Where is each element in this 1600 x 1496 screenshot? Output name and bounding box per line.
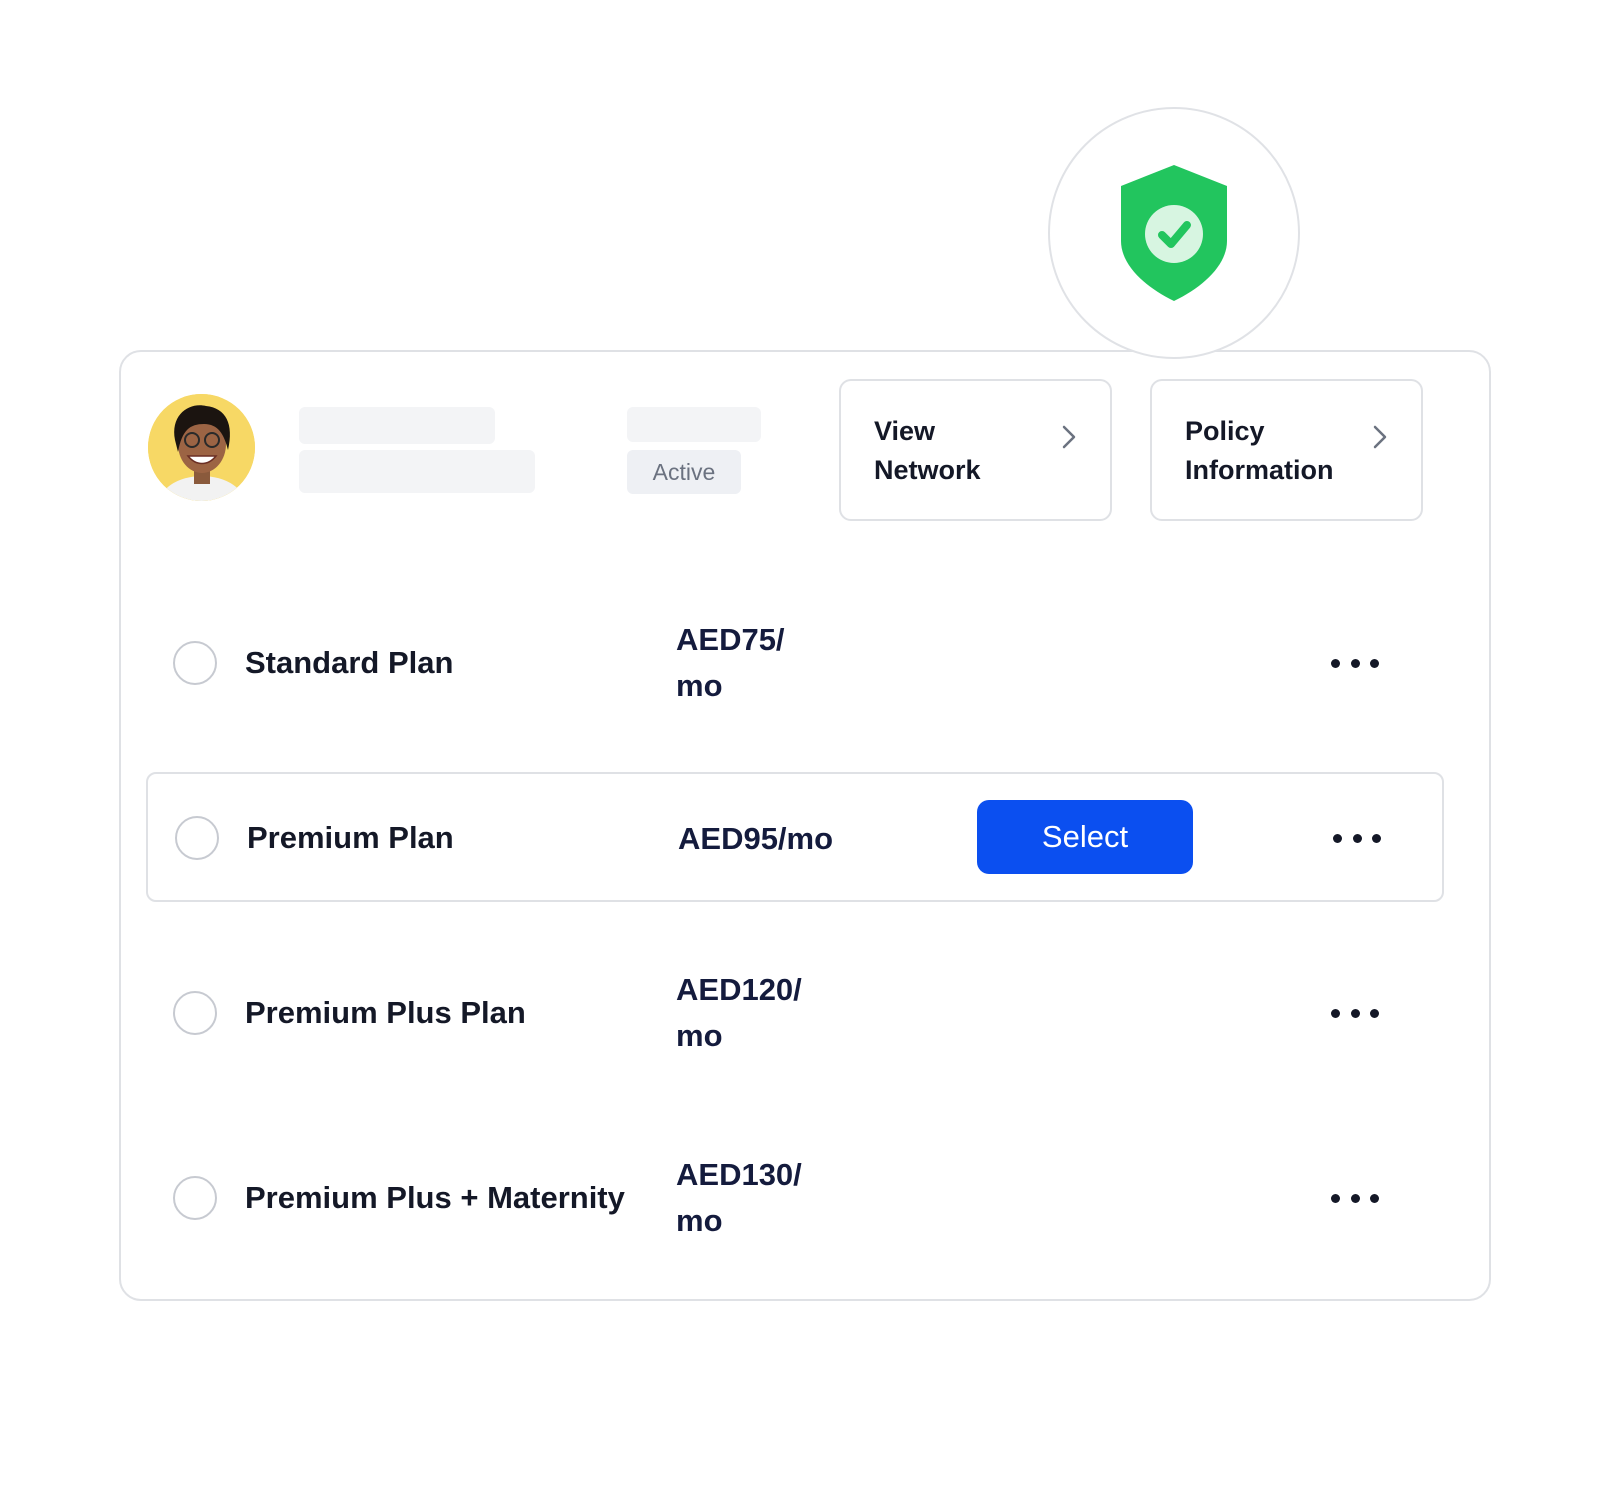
- plan-price-line1: AED120/: [676, 972, 802, 1007]
- chevron-right-icon: [1373, 425, 1387, 449]
- plan-price-line2: mo: [676, 668, 723, 703]
- more-options-icon[interactable]: [1331, 1180, 1379, 1216]
- plan-radio[interactable]: [173, 991, 217, 1035]
- plan-price: AED130/ mo: [676, 1152, 841, 1244]
- plan-row-premium-plus-maternity[interactable]: Premium Plus + Maternity AED130/ mo: [146, 1134, 1444, 1264]
- status-badge: Active: [627, 450, 741, 494]
- plan-price-line2: mo: [676, 1018, 723, 1053]
- select-button[interactable]: Select: [977, 800, 1193, 874]
- policy-information-label-line2: Information: [1185, 455, 1334, 485]
- policy-information-button[interactable]: Policy Information: [1150, 379, 1423, 521]
- shield-badge: [1048, 107, 1300, 359]
- detail-placeholder: [299, 450, 535, 493]
- view-network-label-line1: View: [874, 416, 936, 446]
- plan-radio[interactable]: [173, 641, 217, 685]
- shield-check-icon: [1121, 165, 1227, 301]
- plan-price: AED120/ mo: [676, 967, 841, 1059]
- plan-price-line1: AED75/: [676, 622, 785, 657]
- more-options-icon[interactable]: [1331, 645, 1379, 681]
- plan-radio[interactable]: [175, 816, 219, 860]
- view-network-label-line2: Network: [874, 455, 981, 485]
- plan-name: Premium Plus Plan: [245, 995, 526, 1030]
- plan-price-line1: AED130/: [676, 1157, 802, 1192]
- plan-price: AED95/mo: [678, 821, 834, 856]
- plan-row-premium-plus[interactable]: Premium Plus Plan AED120/ mo: [146, 949, 1444, 1079]
- status-label-placeholder: [627, 407, 761, 442]
- plan-row-premium[interactable]: Premium Plan AED95/mo Select: [146, 772, 1444, 902]
- avatar: [148, 394, 255, 501]
- plan-radio[interactable]: [173, 1176, 217, 1220]
- more-options-icon[interactable]: [1333, 820, 1381, 856]
- plan-price: AED75/ mo: [676, 617, 841, 709]
- plans-card: Active View Network Policy Information S…: [119, 350, 1491, 1301]
- plan-name: Standard Plan: [245, 645, 454, 680]
- plan-row-standard[interactable]: Standard Plan AED75/ mo: [146, 599, 1444, 729]
- plan-price-line2: mo: [676, 1203, 723, 1238]
- plan-name: Premium Plan: [247, 820, 454, 855]
- name-placeholder: [299, 407, 495, 444]
- policy-information-label-line1: Policy: [1185, 416, 1265, 446]
- more-options-icon[interactable]: [1331, 995, 1379, 1031]
- chevron-right-icon: [1062, 425, 1076, 449]
- plan-name: Premium Plus + Maternity: [245, 1180, 625, 1215]
- view-network-button[interactable]: View Network: [839, 379, 1112, 521]
